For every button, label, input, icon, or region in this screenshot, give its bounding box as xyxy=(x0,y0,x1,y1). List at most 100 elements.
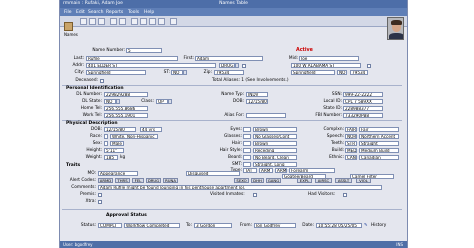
last-name-field[interactable]: Rufile xyxy=(86,56,178,61)
phys-dob-field[interactable]: 12/15/80 xyxy=(104,127,136,132)
hair-field[interactable]: Brown xyxy=(253,141,297,146)
alert-code-armd[interactable]: ARMD xyxy=(98,178,113,183)
beard-field[interactable]: No Beard, Clean xyxy=(253,155,297,160)
beard-code-field[interactable] xyxy=(243,155,251,160)
alert-code-thrs[interactable]: THRS xyxy=(115,178,130,183)
visited-inmates-checkbox[interactable] xyxy=(253,192,257,197)
eyes-field[interactable]: Brown xyxy=(253,127,297,132)
alert-code-sexo[interactable]: SEXO xyxy=(234,178,249,183)
address-verified-checkbox[interactable] xyxy=(242,63,246,68)
class-field[interactable]: OP xyxy=(156,99,168,104)
menu-tools[interactable]: Tools xyxy=(128,10,139,15)
xtra-checkbox[interactable] xyxy=(98,199,102,204)
alert-code-gang[interactable]: GANG xyxy=(266,178,281,183)
new-icon[interactable] xyxy=(80,18,87,25)
hair-code-field[interactable] xyxy=(243,141,251,146)
names-module-icon[interactable] xyxy=(64,22,73,31)
eyes-code-field[interactable] xyxy=(243,127,251,132)
weight-field[interactable]: 185 xyxy=(104,155,118,160)
smt-field[interactable]: Straight, Long xyxy=(253,162,297,167)
address-field[interactable]: 401 ELDER ST xyxy=(86,63,216,68)
work-tel-field[interactable]: 256.555.1901 xyxy=(104,113,148,118)
delete-icon[interactable] xyxy=(98,18,105,25)
glasses-field[interactable]: No Glasses/Cont xyxy=(253,134,297,139)
address-tag-field[interactable]: DRUG xyxy=(219,63,235,68)
menu-file[interactable]: File xyxy=(64,10,72,15)
date-field[interactable]: 10:55:28 05/25/05 xyxy=(316,223,362,228)
race-code-field[interactable] xyxy=(104,134,108,139)
help-icon[interactable] xyxy=(170,18,177,25)
premis-checkbox[interactable] xyxy=(98,192,102,197)
address-tag-dropdown-icon[interactable] xyxy=(235,63,239,68)
disguised-field[interactable]: Disguised xyxy=(186,171,240,176)
zip-field[interactable]: 79534 xyxy=(214,70,244,75)
teeth-code-field[interactable]: STR xyxy=(345,141,357,146)
alert-code-fel[interactable]: FEL xyxy=(132,178,144,183)
ssn-field[interactable]: 999-22-2222 xyxy=(343,92,383,97)
alt-zip-field[interactable]: 79534 xyxy=(350,70,368,75)
had-visitors-checkbox[interactable] xyxy=(343,192,347,197)
history-link[interactable]: History xyxy=(371,223,386,228)
type-field[interactable]: TAT xyxy=(243,168,257,173)
last-record-icon[interactable] xyxy=(158,18,165,25)
status-code-field[interactable]: COMPLT xyxy=(98,223,122,228)
alert-code-dhh[interactable]: DHH xyxy=(251,178,264,183)
ethnic-field[interactable]: Canadian xyxy=(359,155,399,160)
history-icon[interactable]: ✎ xyxy=(364,223,368,228)
class-dropdown-icon[interactable] xyxy=(168,99,172,104)
home-tel-field[interactable]: 256.555.8686 xyxy=(104,106,148,111)
glasses-code-field[interactable] xyxy=(243,134,251,139)
alert-code-airsc[interactable]: AIRSC xyxy=(315,178,332,183)
menu-reports[interactable]: Reports xyxy=(106,10,123,15)
menu-edit[interactable]: Edit xyxy=(76,10,85,15)
smt-location-field[interactable]: ARM xyxy=(259,168,273,173)
alert-code-expl[interactable]: EXPL xyxy=(297,178,312,183)
dob-field[interactable]: 12/15/80 xyxy=(246,99,268,104)
complexion-code-field[interactable]: FAIR xyxy=(345,127,357,132)
build-field[interactable]: Medium Build xyxy=(359,148,399,153)
hair-style-code-field[interactable] xyxy=(243,148,251,153)
previous-record-icon[interactable] xyxy=(140,18,147,25)
search-icon[interactable] xyxy=(110,18,117,25)
age-field[interactable]: 44 yrs xyxy=(140,127,162,132)
state-id-field[interactable]: 228988377 xyxy=(343,106,383,111)
alt-address-field[interactable]: 100 W ALABAMA ST xyxy=(291,63,361,68)
from-field[interactable]: Jon Godfrey xyxy=(254,223,296,228)
speech-field[interactable]: Northern Accent xyxy=(359,134,399,139)
teeth-field[interactable]: Straight xyxy=(359,141,399,146)
state-field[interactable]: NO xyxy=(171,70,183,75)
alt-address-checkbox[interactable] xyxy=(367,63,371,68)
complexion-field[interactable]: Fair xyxy=(359,127,399,132)
to-field[interactable]: 3 Gordon xyxy=(194,223,232,228)
race-field[interactable]: White, Non-Hispanic xyxy=(110,134,158,139)
dl-number-field[interactable]: 229829288 xyxy=(104,92,148,97)
tattoo-location-field[interactable]: ARM xyxy=(275,168,287,173)
middle-name-field[interactable]: Joe xyxy=(299,56,359,61)
tattoo-description-field[interactable]: Forearm xyxy=(289,168,335,173)
smt-code-field[interactable] xyxy=(243,162,251,167)
next-record-icon[interactable] xyxy=(149,18,156,25)
height-field[interactable]: 5'11" xyxy=(104,148,124,153)
alert-code-runa[interactable]: RUNA xyxy=(163,178,178,183)
build-code-field[interactable]: MED xyxy=(345,148,357,153)
name-type-field[interactable]: INDV xyxy=(246,92,268,97)
alt-state-field[interactable]: NO xyxy=(337,70,347,75)
sex-code-field[interactable] xyxy=(104,141,108,146)
comments-field[interactable]: Adam Rufile might be found lounging in h… xyxy=(98,185,382,190)
first-name-field[interactable]: Adam xyxy=(195,56,263,61)
alert-code-asslt[interactable]: ASSLT xyxy=(335,178,352,183)
status-description-field[interactable]: Workflow Completed xyxy=(124,223,180,228)
alias-for-field[interactable] xyxy=(246,113,286,118)
dl-state-field[interactable]: NO xyxy=(104,99,116,104)
mo-field[interactable]: Appearance xyxy=(98,171,138,176)
alert-code-drug[interactable]: DRUG xyxy=(146,178,161,183)
alt-city-field[interactable]: Springfield xyxy=(291,70,335,75)
name-number-field[interactable]: 5 xyxy=(126,48,162,53)
deceased-checkbox[interactable] xyxy=(100,78,104,83)
menu-help[interactable]: Help xyxy=(144,10,154,15)
menu-search[interactable]: Search xyxy=(88,10,103,15)
sex-field[interactable]: Male xyxy=(110,141,124,146)
local-id-field[interactable]: CPL 7 589XX xyxy=(343,99,383,104)
fbi-number-field[interactable]: 733290PB8 xyxy=(343,113,383,118)
dl-state-dropdown-icon[interactable] xyxy=(116,99,120,104)
